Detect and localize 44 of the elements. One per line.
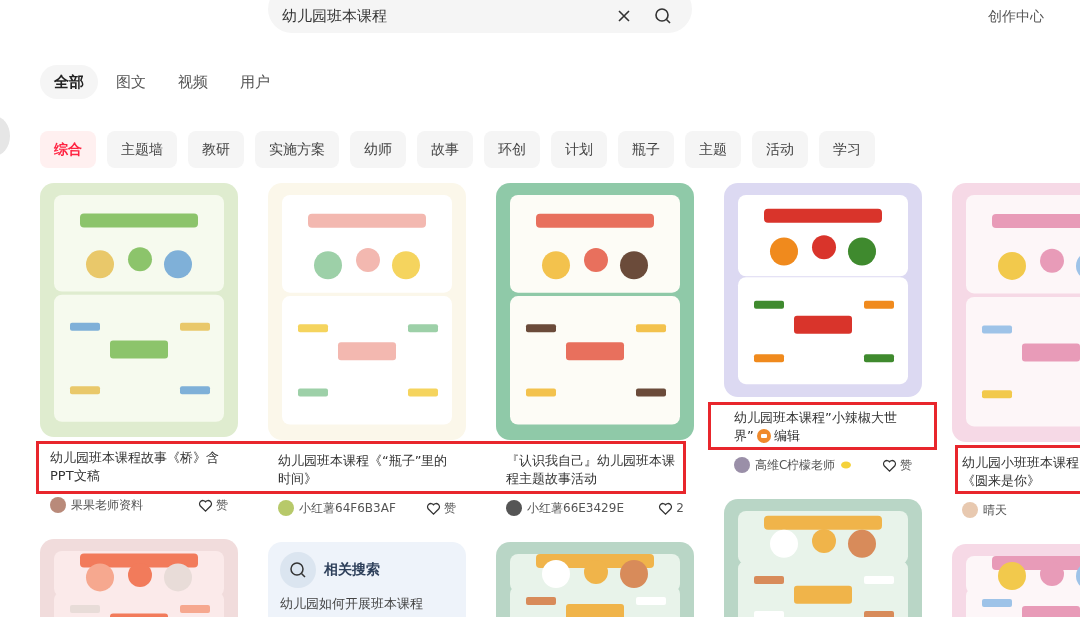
filter-chip[interactable]: 实施方案	[255, 131, 339, 168]
note-title[interactable]: 幼儿园班本课程”小辣椒大世	[734, 409, 912, 427]
heart-icon	[658, 500, 674, 516]
like-button[interactable]: 赞	[198, 496, 228, 514]
filter-chip[interactable]: 学习	[819, 131, 875, 168]
search-icon[interactable]	[654, 7, 672, 25]
filter-chip[interactable]: 活动	[752, 131, 808, 168]
header-link[interactable]: 创作中心	[988, 8, 1044, 24]
related-heading: 相关搜索	[324, 561, 380, 579]
filter-chip[interactable]: 主题	[685, 131, 741, 168]
related-query[interactable]: 幼儿园如何开展班本课程	[280, 596, 454, 611]
search-field[interactable]: 幼儿园班本课程	[282, 7, 594, 25]
note-title[interactable]: 幼儿园小班班本课程 《圆来是你》	[962, 454, 1080, 490]
note-title[interactable]: 『认识我自己』幼儿园班本课 程主题故事活动	[506, 452, 684, 488]
avatar-icon[interactable]	[506, 500, 522, 516]
search-icon	[280, 552, 316, 588]
heart-icon	[882, 457, 897, 473]
tab[interactable]: 全部	[40, 65, 98, 99]
clear-icon[interactable]	[616, 8, 632, 24]
like-button[interactable]: 2	[658, 500, 684, 516]
filter-chip[interactable]: 主题墙	[107, 131, 177, 168]
search-bar[interactable]: 幼儿园班本课程	[268, 0, 692, 33]
like-button[interactable]: 赞	[426, 499, 456, 517]
tab[interactable]: 图文	[102, 65, 160, 99]
author-name[interactable]: 高维C柠檬老师	[755, 456, 836, 474]
like-button[interactable]: 赞	[882, 456, 912, 474]
filter-chip[interactable]: 故事	[417, 131, 473, 168]
note-title[interactable]: 幼儿园班本课程《“瓶子”里的 时间》	[278, 452, 456, 488]
heart-icon	[198, 497, 213, 513]
note-title[interactable]: 界”	[734, 427, 754, 445]
filter-chip[interactable]: 环创	[484, 131, 540, 168]
note-tag: 编辑	[773, 427, 800, 445]
filter-chip[interactable]: 教研	[188, 131, 244, 168]
tab[interactable]: 视频	[164, 65, 222, 99]
author-name[interactable]: 小红薯64F6B3AF	[299, 499, 396, 517]
note-title[interactable]: 幼儿园班本课程故事《桥》含 PPT文稿	[50, 449, 228, 485]
filter-chip[interactable]: 幼师	[350, 131, 406, 168]
heart-icon	[426, 500, 441, 516]
filter-chip[interactable]: 计划	[551, 131, 607, 168]
tab[interactable]: 用户	[226, 65, 284, 99]
filter-chip[interactable]: 瓶子	[618, 131, 674, 168]
author-name[interactable]: 小红薯66E3429E	[527, 499, 624, 517]
author-name[interactable]: 果果老师资料	[71, 496, 143, 514]
author-name[interactable]: 晴天	[983, 501, 1007, 519]
